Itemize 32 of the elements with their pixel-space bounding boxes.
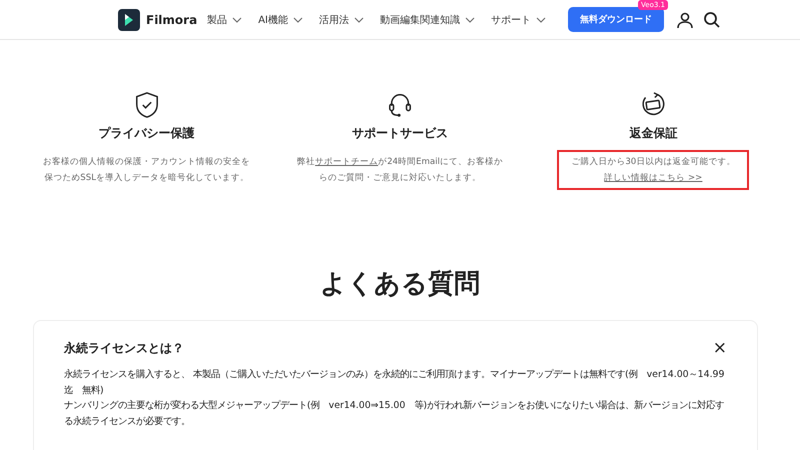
- chevron-icon: [232, 16, 242, 22]
- logo-icon[interactable]: [118, 8, 140, 30]
- headset-icon: [386, 91, 413, 119]
- nav-menu-item[interactable]: 活用法: [318, 12, 364, 26]
- details-link[interactable]: 詳しい情報はこちら >>: [604, 170, 702, 186]
- close-button[interactable]: ×: [712, 339, 727, 357]
- search-icon[interactable]: [702, 10, 721, 28]
- faq-answer: 永続ライセンスを購入すると、 本製品（ご購入いただいたバージョンのみ）を永続的にご利用頂けます。マイナーアップデートは無料です(例 ver14.00～14.99 迄 無料): [64, 368, 726, 398]
- user-icon[interactable]: [676, 10, 694, 28]
- faq-question[interactable]: 永続ライセンスとは？: [64, 340, 184, 356]
- brand-name[interactable]: Filmora: [146, 12, 198, 26]
- feature-description: 保つためSSLを導入しデータを暗号化しています。: [44, 172, 249, 185]
- feature-title: 返金保証: [629, 125, 678, 142]
- download-button[interactable]: 無料ダウンロード: [568, 7, 664, 32]
- shield-check-icon: [134, 91, 160, 119]
- chevron-icon: [464, 16, 475, 22]
- feature-title: プライバシー保護: [98, 125, 195, 142]
- faq-heading: よくある質問: [319, 268, 481, 300]
- support-team-link[interactable]: サポートチーム: [315, 157, 378, 167]
- feature-description: らのご質問・ご意見に対応いたします。: [318, 172, 481, 185]
- nav-menu-item[interactable]: 動画編集関連知識: [380, 12, 475, 26]
- nav-menu-item[interactable]: サポート: [490, 12, 546, 26]
- nav-menu-item[interactable]: AI機能: [258, 12, 303, 26]
- feature-description: 弊社サポートチームが24時間Emailにて、お客様か: [297, 156, 503, 169]
- feature-description: ご購入日から30日以内は返金可能です。: [571, 156, 736, 169]
- nav-menu-item[interactable]: 製品: [207, 12, 242, 26]
- chevron-icon: [292, 16, 303, 22]
- chevron-icon: [354, 16, 364, 22]
- feature-description: お客様の個人情報の保護・アカウント情報の安全を: [43, 156, 250, 169]
- faq-answer: ナンバリングの主要な桁が変わる大型メジャーアップデート(例 ver14.00⇒15.00 等)が行われ新バージョンをお使いになりたい場合は、新バージョンに対応する永続ライセンスが必要です。: [64, 399, 726, 428]
- feature-title: サポートサービス: [352, 125, 448, 142]
- chevron-icon: [536, 16, 546, 22]
